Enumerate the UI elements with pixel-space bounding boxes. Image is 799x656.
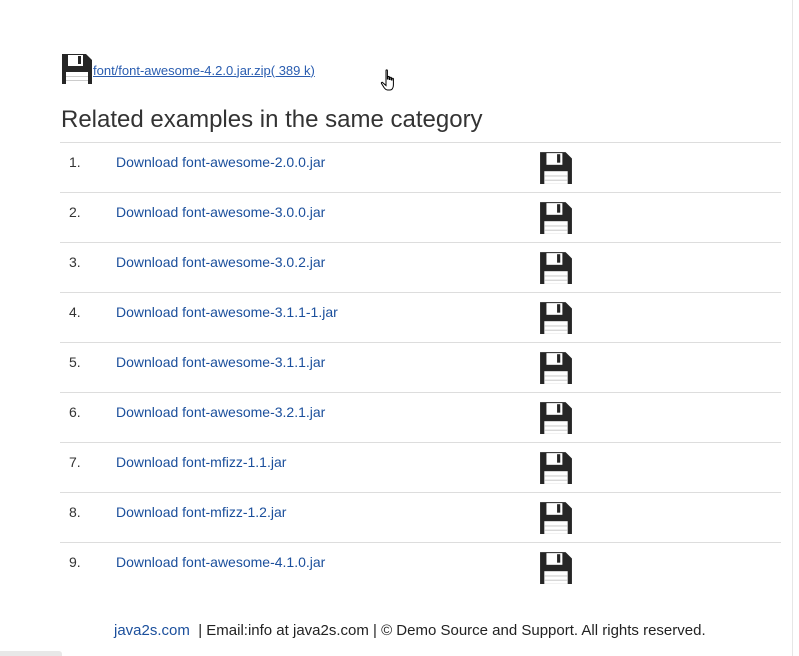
page-right-border	[792, 0, 793, 656]
floppy-disk-icon[interactable]	[539, 351, 573, 385]
table-row: 1. Download font-awesome-2.0.0.jar	[60, 142, 781, 193]
floppy-disk-icon[interactable]	[539, 501, 573, 535]
download-line: font/font-awesome-4.2.0.jar.zip( 389 k)	[61, 52, 394, 91]
download-zip-link[interactable]: font/font-awesome-4.2.0.jar.zip( 389 k)	[93, 63, 315, 78]
row-icon-cell	[539, 142, 781, 193]
table-row: 2. Download font-awesome-3.0.0.jar	[60, 192, 781, 243]
download-jar-link[interactable]: Download font-awesome-3.1.1-1.jar	[116, 304, 338, 320]
table-row: 8. Download font-mfizz-1.2.jar	[60, 492, 781, 543]
related-examples-table: 1. Download font-awesome-2.0.0.jar 2. Downl…	[60, 142, 781, 593]
row-icon-cell	[539, 292, 781, 343]
footer-text: | Email:info at java2s.com | © Demo Sour…	[198, 622, 706, 639]
floppy-disk-icon[interactable]	[539, 451, 573, 485]
row-link-cell: Download font-mfizz-1.1.jar	[116, 442, 539, 493]
row-icon-cell	[539, 342, 781, 393]
row-link-cell: Download font-awesome-3.1.1-1.jar	[116, 292, 539, 343]
floppy-disk-icon[interactable]	[539, 401, 573, 435]
row-number: 5.	[60, 342, 116, 393]
table-row: 6. Download font-awesome-3.2.1.jar	[60, 392, 781, 443]
download-jar-link[interactable]: Download font-mfizz-1.2.jar	[116, 504, 286, 520]
table-row: 9. Download font-awesome-4.1.0.jar	[60, 542, 781, 593]
table-row: 5. Download font-awesome-3.1.1.jar	[60, 342, 781, 393]
table-row: 4. Download font-awesome-3.1.1-1.jar	[60, 292, 781, 343]
row-icon-cell	[539, 492, 781, 543]
row-number: 2.	[60, 192, 116, 243]
floppy-disk-icon[interactable]	[539, 201, 573, 235]
row-icon-cell	[539, 192, 781, 243]
row-link-cell: Download font-awesome-3.0.0.jar	[116, 192, 539, 243]
row-icon-cell	[539, 442, 781, 493]
download-jar-link[interactable]: Download font-awesome-3.0.2.jar	[116, 254, 325, 270]
hand-pointer-cursor-icon	[380, 69, 400, 93]
floppy-disk-icon	[61, 53, 93, 85]
download-jar-link[interactable]: Download font-awesome-3.2.1.jar	[116, 404, 325, 420]
row-icon-cell	[539, 242, 781, 293]
row-number: 9.	[60, 542, 116, 593]
table-row: 7. Download font-mfizz-1.1.jar	[60, 442, 781, 493]
row-link-cell: Download font-awesome-2.0.0.jar	[116, 142, 539, 193]
table-row: 3. Download font-awesome-3.0.2.jar	[60, 242, 781, 293]
row-number: 4.	[60, 292, 116, 343]
footer-site-link[interactable]: java2s.com	[114, 622, 190, 639]
row-link-cell: Download font-awesome-3.1.1.jar	[116, 342, 539, 393]
floppy-disk-icon[interactable]	[539, 551, 573, 585]
row-number: 3.	[60, 242, 116, 293]
floppy-disk-icon[interactable]	[539, 251, 573, 285]
row-icon-cell	[539, 542, 781, 593]
footer: java2s.com | Email:info at java2s.com | …	[114, 622, 706, 639]
related-examples-heading: Related examples in the same category	[61, 106, 483, 133]
download-jar-link[interactable]: Download font-awesome-3.1.1.jar	[116, 354, 325, 370]
row-icon-cell	[539, 392, 781, 443]
download-jar-link[interactable]: Download font-awesome-3.0.0.jar	[116, 204, 325, 220]
row-link-cell: Download font-mfizz-1.2.jar	[116, 492, 539, 543]
row-number: 6.	[60, 392, 116, 443]
download-jar-link[interactable]: Download font-mfizz-1.1.jar	[116, 454, 286, 470]
row-number: 1.	[60, 142, 116, 193]
floppy-disk-icon[interactable]	[539, 301, 573, 335]
download-jar-link[interactable]: Download font-awesome-2.0.0.jar	[116, 154, 325, 170]
download-jar-link[interactable]: Download font-awesome-4.1.0.jar	[116, 554, 325, 570]
row-link-cell: Download font-awesome-3.2.1.jar	[116, 392, 539, 443]
row-number: 8.	[60, 492, 116, 543]
row-link-cell: Download font-awesome-4.1.0.jar	[116, 542, 539, 593]
row-link-cell: Download font-awesome-3.0.2.jar	[116, 242, 539, 293]
horizontal-scrollbar[interactable]	[0, 651, 62, 656]
floppy-disk-icon[interactable]	[539, 151, 573, 185]
row-number: 7.	[60, 442, 116, 493]
